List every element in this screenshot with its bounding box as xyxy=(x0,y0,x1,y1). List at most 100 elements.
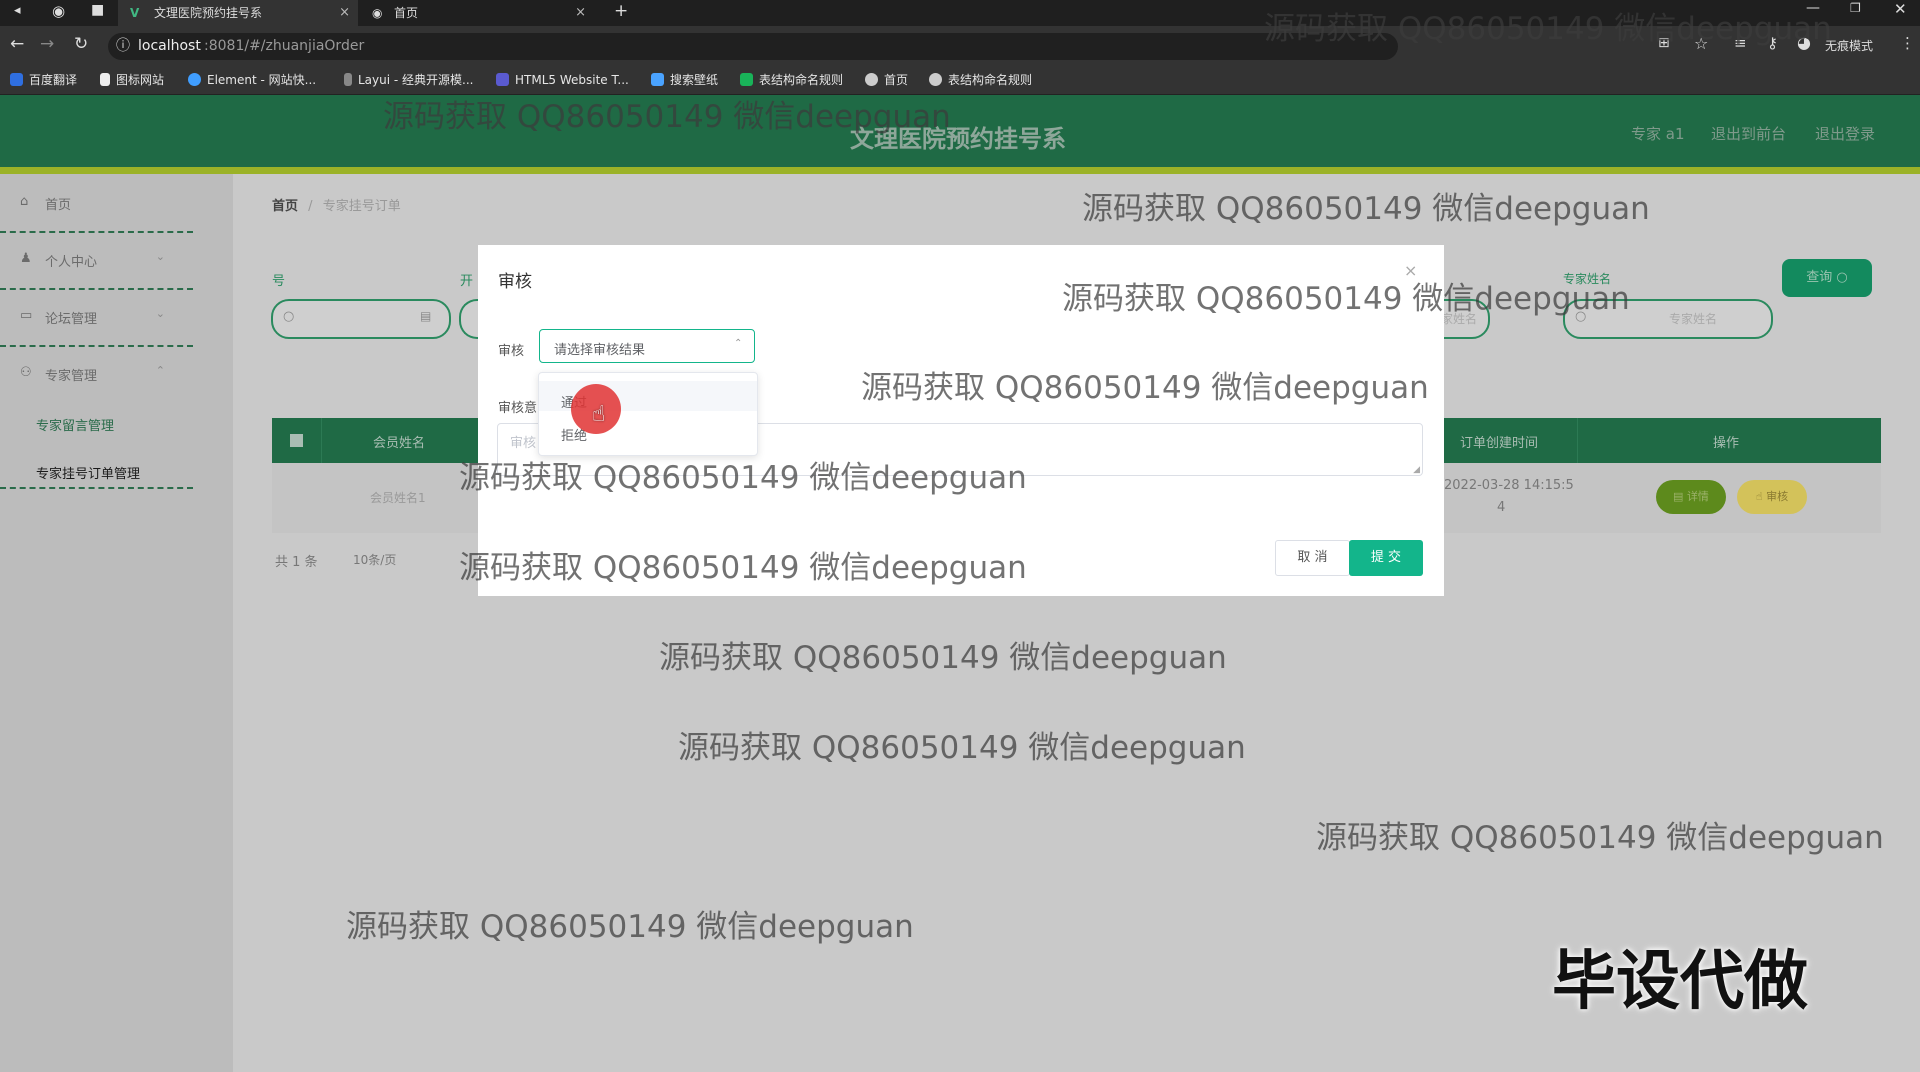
sidebar-item-profile[interactable]: ♟ 个人中心 ⌄ xyxy=(0,231,193,290)
sidebar-subitem-messages[interactable]: 专家留言管理 xyxy=(36,415,114,434)
submit-button[interactable]: 提 交 xyxy=(1349,540,1423,576)
new-tab-button[interactable]: + xyxy=(614,1,628,21)
thumb-icon: ☝ xyxy=(1755,490,1767,503)
watermark-text: 源码获取 QQ86050149 微信deepguan xyxy=(659,640,1227,676)
chevron-down-icon: ⌄ xyxy=(155,307,165,320)
bookmark-item[interactable]: 首页 xyxy=(865,66,908,94)
globe-icon: ◉ xyxy=(372,6,383,20)
header-divider xyxy=(0,167,1920,174)
url-host: localhost xyxy=(138,38,201,54)
url-input[interactable]: ⓘ localhost :8081/#/zhuanjiaOrder xyxy=(108,33,1398,60)
bookmarks-bar: 百度翻译 图标网站 Element - 网站快... Layui - 经典开源模… xyxy=(0,66,1920,95)
audit-button-label: 审核 xyxy=(1766,490,1789,503)
watermark-text: 源码获取 QQ86050149 微信deepguan xyxy=(459,460,1027,496)
tab-audio-icon[interactable]: ◂ xyxy=(14,3,21,18)
watermark-text: 源码获取 QQ86050149 微信deepguan xyxy=(678,730,1246,766)
search-placeholder: 专家姓名 xyxy=(1669,312,1718,326)
close-window-icon[interactable]: ✕ xyxy=(1894,0,1907,18)
dialog-title: 审核 xyxy=(498,272,532,292)
bookmark-item[interactable]: HTML5 Website T... xyxy=(496,66,629,94)
column-divider xyxy=(321,418,322,463)
watermark-text: 源码获取 QQ86050149 微信deepguan xyxy=(1062,281,1630,317)
watermark-text: 源码获取 QQ86050149 微信deepguan xyxy=(459,550,1027,586)
detail-button[interactable]: ▤ 详情 xyxy=(1656,480,1726,514)
sidebar-item-label: 论坛管理 xyxy=(45,312,98,327)
watermark-text: 源码获取 QQ86050149 微信deepguan xyxy=(861,370,1429,406)
audit-opinion-label: 审核意 xyxy=(498,401,538,416)
close-tab-icon[interactable]: × xyxy=(339,0,350,26)
column-header-created: 订单创建时间 xyxy=(1460,436,1539,451)
search-label: 号 xyxy=(272,274,286,289)
bookmark-item[interactable]: 百度翻译 xyxy=(10,66,77,94)
audit-button[interactable]: ☝ 审核 xyxy=(1737,480,1807,514)
back-icon[interactable]: ← xyxy=(10,34,24,54)
search-input[interactable]: ○ ▤ xyxy=(271,299,451,339)
breadcrumb-home[interactable]: 首页 xyxy=(272,199,298,214)
select-placeholder: 请选择审核结果 xyxy=(554,343,646,358)
pagination-size-select[interactable]: 10条/页 xyxy=(353,551,396,568)
sidebar-item-label: 专家管理 xyxy=(45,369,98,384)
bookmark-item[interactable]: Element - 网站快... xyxy=(188,66,316,94)
search-icon: ○ xyxy=(1836,270,1848,285)
resize-handle-icon[interactable]: ◢ xyxy=(1413,465,1420,475)
bookmark-item[interactable]: 图标网站 xyxy=(100,66,164,94)
bookmark-item[interactable]: 表结构命名规则 xyxy=(740,66,843,94)
home-icon: ⌂ xyxy=(20,194,29,209)
watermark-text: 源码获取 QQ86050149 微信deepguan xyxy=(1264,11,1832,47)
stamp-text: 毕设代做 xyxy=(1552,945,1808,1019)
bookmark-item[interactable]: 搜索壁纸 xyxy=(651,66,718,94)
info-icon[interactable]: ⓘ xyxy=(116,33,130,60)
tab-home[interactable]: ◉ 首页 × xyxy=(362,0,594,26)
cell-created: 2022-03-28 14:15:5 xyxy=(1444,478,1574,493)
select-all-checkbox[interactable] xyxy=(290,434,303,447)
chevron-up-icon: ⌃ xyxy=(734,338,743,349)
vue-icon: V xyxy=(130,6,140,20)
query-button-label: 查询 xyxy=(1806,270,1833,285)
detail-icon: ▤ xyxy=(1673,490,1687,503)
cancel-button[interactable]: 取 消 xyxy=(1275,540,1350,576)
sidebar-item-forum[interactable]: ▭ 论坛管理 ⌄ xyxy=(0,288,193,347)
current-user: 专家 a1 xyxy=(1631,125,1685,143)
url-path: :8081/#/zhuanjiaOrder xyxy=(204,38,365,54)
close-tab-icon[interactable]: × xyxy=(575,0,586,26)
sidebar-subitem-orders[interactable]: 专家挂号订单管理 xyxy=(36,463,140,482)
pagination-total: 共 1 条 xyxy=(275,555,318,570)
column-header-actions: 操作 xyxy=(1713,436,1740,451)
exit-to-front-link[interactable]: 退出到前台 xyxy=(1711,123,1786,144)
audit-result-select[interactable]: 请选择审核结果 ⌃ xyxy=(539,329,755,363)
chevron-down-icon: ⌄ xyxy=(155,250,165,263)
hand-cursor-icon: ☝ xyxy=(592,402,606,427)
watermark-text: 源码获取 QQ86050149 微信deepguan xyxy=(346,909,914,945)
globe-icon[interactable]: ◉ xyxy=(52,2,65,20)
column-header-member: 会员姓名 xyxy=(373,436,426,451)
user-icon: ♟ xyxy=(20,251,32,266)
chevron-up-icon: ⌃ xyxy=(155,364,165,377)
sidebar-item-label: 首页 xyxy=(45,198,72,213)
restore-icon[interactable]: ❐ xyxy=(1850,1,1861,15)
tab-app[interactable]: V 文理医院预约挂号系 × xyxy=(118,0,358,26)
reload-icon[interactable]: ↻ xyxy=(74,34,88,54)
search-label: 开 xyxy=(460,274,474,289)
forward-icon[interactable]: → xyxy=(40,34,54,54)
column-divider xyxy=(1577,418,1578,463)
watermark-text: 源码获取 QQ86050149 微信deepguan xyxy=(1316,820,1884,856)
app-header: 文理医院预约挂号系 专家 a1 退出到前台 退出登录 xyxy=(0,95,1920,167)
breadcrumb-separator: / xyxy=(308,199,313,214)
bookmark-item[interactable]: Layui - 经典开源模... xyxy=(344,66,473,94)
bookmark-item[interactable]: 表结构命名规则 xyxy=(929,66,1032,94)
menu-icon[interactable]: ⋮ xyxy=(1900,34,1915,52)
logout-link[interactable]: 退出登录 xyxy=(1815,123,1875,144)
textarea-placeholder: 审核 xyxy=(510,436,537,451)
watermark-text: 源码获取 QQ86050149 微信deepguan xyxy=(1082,191,1650,227)
breadcrumb: 首页 / 专家挂号订单 xyxy=(272,195,401,214)
sidebar-item-label: 个人中心 xyxy=(45,255,98,270)
window-icon[interactable]: ■ xyxy=(91,2,104,18)
query-button[interactable]: 查询 ○ xyxy=(1782,259,1872,297)
breadcrumb-current: 专家挂号订单 xyxy=(322,199,401,214)
sidebar-item-expert[interactable]: ⚇ 专家管理 ⌃ 专家留言管理 专家挂号订单管理 xyxy=(0,345,193,489)
cell-created-tail: 4 xyxy=(1497,500,1506,515)
search-icon: ○ xyxy=(283,309,295,324)
sidebar: ⌂ 首页 ♟ 个人中心 ⌄ ▭ 论坛管理 ⌄ ⚇ 专家管理 ⌃ 专家留言管理 专… xyxy=(0,174,233,1072)
sidebar-item-home[interactable]: ⌂ 首页 xyxy=(0,174,193,233)
incognito-label[interactable]: 无痕模式 xyxy=(1825,37,1873,54)
